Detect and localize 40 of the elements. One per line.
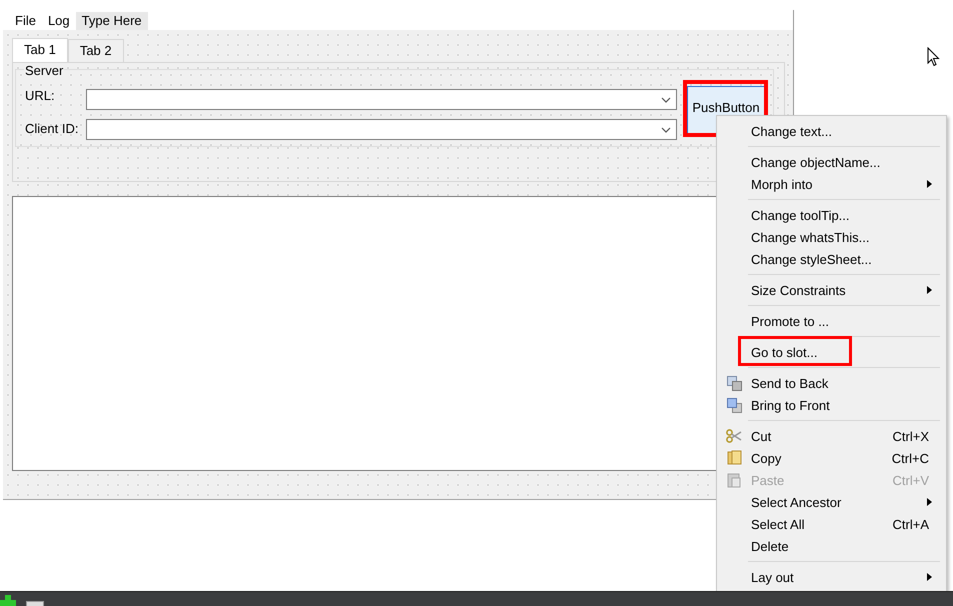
menu-item[interactable]: File xyxy=(9,12,42,30)
submenu-arrow-icon xyxy=(927,573,932,581)
menu-item[interactable]: Morph into xyxy=(717,173,946,195)
layers-icon xyxy=(726,376,742,390)
clipboard-icon xyxy=(727,472,741,488)
tab[interactable]: Tab 2 xyxy=(68,39,124,62)
combo-box[interactable] xyxy=(86,118,677,140)
scissors-icon xyxy=(726,429,742,443)
menu-item[interactable]: Promote to ... xyxy=(717,310,946,332)
minus-icon xyxy=(26,599,44,606)
menu-item[interactable]: Change toolTip... xyxy=(717,204,946,226)
menu-item[interactable]: Lay out xyxy=(717,566,946,588)
chevron-down-icon xyxy=(661,126,671,132)
menu-item[interactable]: Size Constraints xyxy=(717,279,946,301)
menu-item[interactable]: Send to Back xyxy=(717,372,946,394)
menu-item[interactable]: Type Here xyxy=(76,12,148,30)
layers-icon xyxy=(726,398,742,412)
menu-item[interactable]: Go to slot... xyxy=(717,341,946,363)
menu-item[interactable]: Log xyxy=(42,12,76,30)
menu-item[interactable]: Select Ancestor xyxy=(717,491,946,513)
menu-item[interactable]: Delete xyxy=(717,535,946,557)
tab[interactable]: Tab 1 xyxy=(12,38,68,62)
copy-icon xyxy=(726,450,742,466)
cursor-icon xyxy=(927,47,940,67)
menu-item[interactable]: Copy Ctrl+C xyxy=(717,447,946,469)
menu-item[interactable]: Bring to Front xyxy=(717,394,946,416)
combo-box[interactable] xyxy=(86,88,677,110)
menu-item[interactable]: Change objectName... xyxy=(717,151,946,173)
plus-icon xyxy=(0,595,16,606)
menu-item[interactable]: Select All Ctrl+A xyxy=(717,513,946,535)
menu-item[interactable]: Change styleSheet... xyxy=(717,248,946,270)
menu-item[interactable]: Cut Ctrl+X xyxy=(717,425,946,447)
menu-item[interactable]: Change whatsThis... xyxy=(717,226,946,248)
group-title: Server xyxy=(24,64,64,78)
submenu-arrow-icon xyxy=(927,180,932,188)
chevron-down-icon xyxy=(661,96,671,102)
submenu-arrow-icon xyxy=(927,286,932,294)
submenu-arrow-icon xyxy=(927,498,932,506)
field-label: Client ID: xyxy=(25,121,80,137)
field-label: URL: xyxy=(25,88,56,104)
